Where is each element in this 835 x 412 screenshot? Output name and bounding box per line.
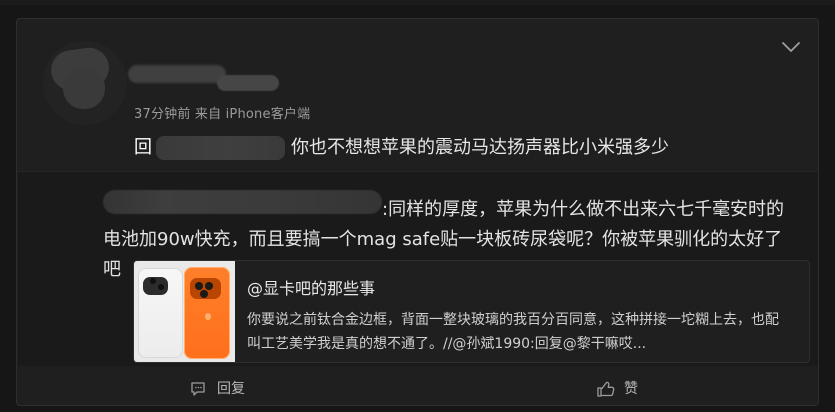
white-phone-image	[138, 268, 183, 358]
phone-logo	[205, 313, 211, 320]
linked-post-card[interactable]: @显卡吧的那些事 你要说之前钛合金边框，背面一整块玻璃的我百分百同意，这种拼接一…	[133, 260, 810, 363]
reply-label: 回复	[217, 381, 245, 397]
action-bar: 回复 赞	[17, 372, 818, 405]
avatar-blur-shape-secondary	[63, 67, 105, 109]
author-name-redacted-tail	[217, 75, 279, 91]
author-name-redacted	[128, 65, 226, 83]
comment-redacted-mention	[156, 136, 285, 160]
chevron-down-icon[interactable]	[781, 41, 801, 53]
comment-prefix: 回	[134, 137, 152, 158]
thumbs-up-icon	[596, 380, 616, 398]
camera-module	[190, 278, 221, 299]
linked-post-title: @显卡吧的那些事	[247, 279, 376, 298]
reply-button[interactable]: 回复	[189, 380, 245, 398]
comment-card: 37分钟前 来自 iPhone客户端 回 你也不想想苹果的震动马达扬声器比小米强多…	[16, 18, 819, 406]
orange-phone-image	[184, 267, 230, 359]
avatar[interactable]	[43, 41, 127, 125]
comment-text: 你也不想想苹果的震动马达扬声器比小米强多少	[291, 137, 669, 158]
like-label: 赞	[624, 381, 638, 397]
linked-post-thumbnail	[134, 261, 235, 362]
post-meta: 37分钟前 来自 iPhone客户端	[134, 107, 311, 122]
comment-icon	[189, 380, 207, 398]
top-strip	[0, 0, 835, 5]
comment-text-line: 回 你也不想想苹果的震动马达扬声器比小米强多少	[134, 136, 669, 160]
linked-post-body: 你要说之前钛合金边框，背面一整块玻璃的我百分百同意，这种拼接一坨糊上去，也配叫工…	[247, 312, 779, 352]
page: 37分钟前 来自 iPhone客户端 回 你也不想想苹果的震动马达扬声器比小米强多…	[0, 0, 835, 412]
like-button[interactable]: 赞	[596, 380, 638, 398]
